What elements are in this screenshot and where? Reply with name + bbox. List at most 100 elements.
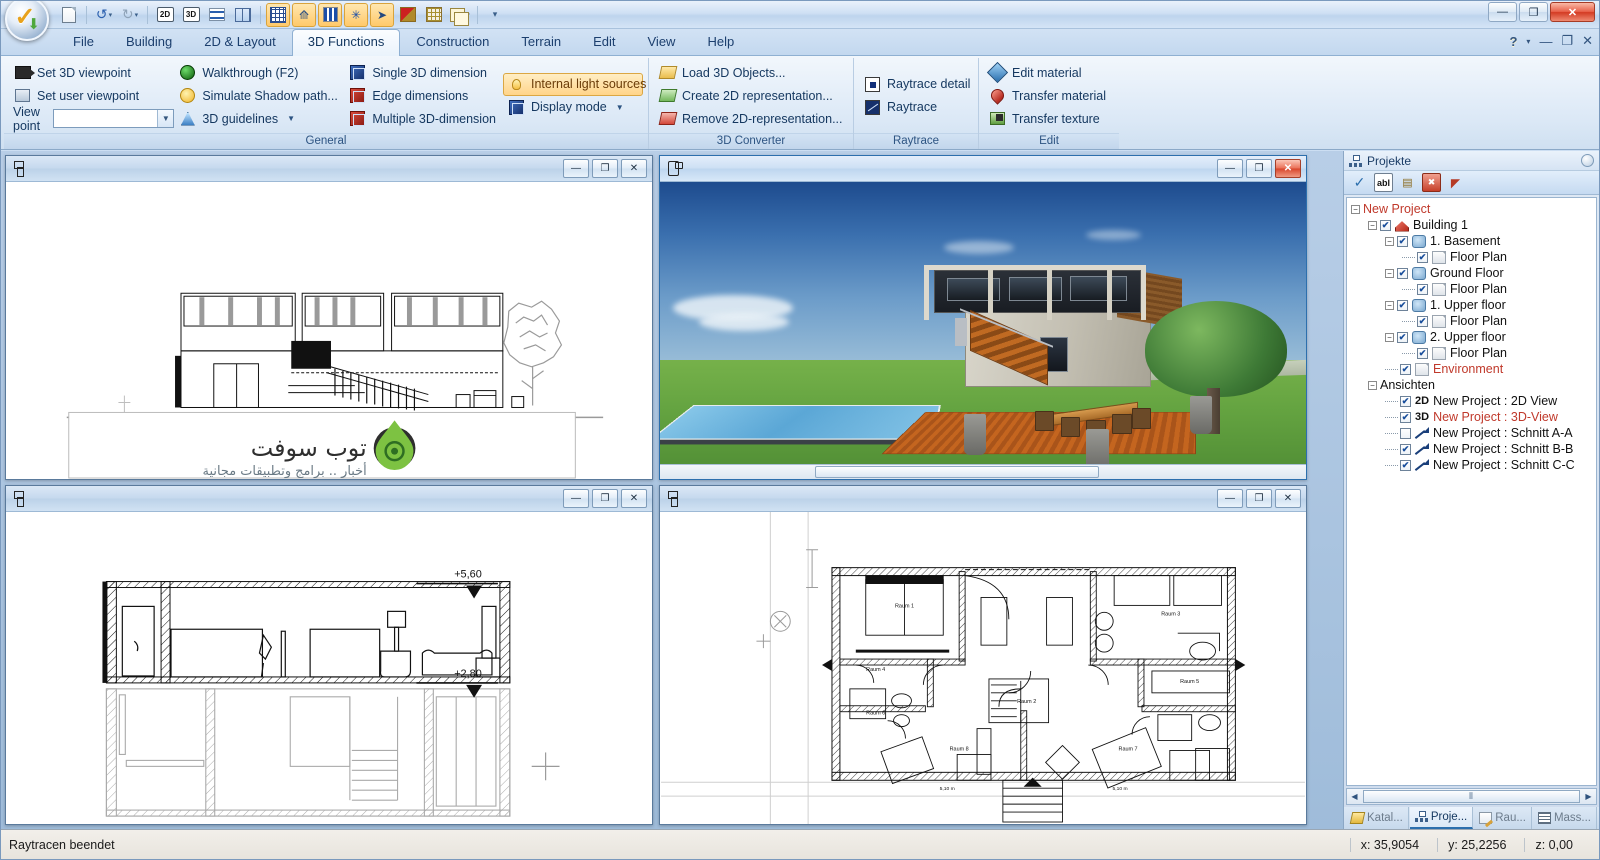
elevation-close-button[interactable]: ✕ [621,159,647,178]
render-scroll-thumb[interactable] [815,466,1100,478]
floorplan-close-button[interactable]: ✕ [1275,489,1301,508]
single-3d-dimension-button[interactable]: Single 3D dimension [344,61,503,84]
window-elevation[interactable]: — ❐ ✕ توب سوفت أخبار .. برامج وتطبيقات م… [5,155,653,480]
project-tree[interactable]: − New Project − ✔ Building 1− ✔ 1. Basement ✔ Fl… [1346,197,1597,786]
tree-expander-icon[interactable]: − [1385,236,1394,246]
window-floorplan[interactable]: — ❐ ✕ Raum 1 Raum 2 Raum 3 Raum 4 Raum 5… [659,485,1307,825]
tree-node[interactable]: − ✔ 2. Upper floor [1347,329,1596,345]
tree-expander-icon[interactable]: − [1385,332,1394,342]
internal-light-sources-button[interactable]: Internal light sources [503,72,646,96]
tree-node[interactable]: − New Project [1347,201,1596,217]
3d-guidelines-button[interactable]: 3D guidelines ▼ [174,107,344,130]
tree-node[interactable]: ✔ Floor Plan [1347,281,1596,297]
layers-button[interactable] [318,2,342,27]
set-3d-viewpoint-button[interactable]: Set 3D viewpoint [9,61,174,84]
section-title-bar[interactable]: — ❐ ✕ [6,486,652,512]
grid-button[interactable] [266,2,290,27]
window-close-button[interactable]: ✕ [1550,2,1595,22]
tree-node[interactable]: ✔ Environment [1347,361,1596,377]
tab-projects[interactable]: Proje... [1409,807,1474,829]
section-canvas[interactable]: +5,60 +2,80 [6,512,652,824]
floorplan-maximize-button[interactable]: ❐ [1246,489,1272,508]
select-point-button[interactable]: ⟰ [292,2,316,27]
tree-node[interactable]: − ✔ Ground Floor [1347,265,1596,281]
tree-node[interactable]: ✔ 3D New Project : 3D-View [1347,409,1596,425]
section-minimize-button[interactable]: — [563,489,589,508]
tree-expander-icon[interactable]: − [1368,220,1377,230]
elevation-canvas[interactable]: توب سوفت أخبار .. برامج وتطبيقات مجانية [6,182,652,479]
snap-button[interactable]: ✳ [344,2,368,27]
window-3d-view[interactable]: — ❐ ✕ [659,155,1307,480]
elevation-minimize-button[interactable]: — [563,159,589,178]
tree-checkbox[interactable]: ✔ [1417,315,1428,327]
doc-close-button[interactable]: ✕ [1582,33,1593,49]
tree-checkbox[interactable]: ✔ [1400,443,1411,455]
tree-checkbox[interactable]: ✔ [1397,267,1408,279]
doc-maximize-button[interactable]: ❐ [1561,33,1573,49]
transfer-texture-button[interactable]: Transfer texture [984,107,1113,130]
view-point-input[interactable] [54,111,158,126]
tree-expander-icon[interactable]: − [1385,268,1394,278]
truss-button[interactable] [422,3,446,27]
tree-checkbox[interactable]: ✔ [1417,347,1428,359]
raytrace-detail-button[interactable]: Raytrace detail [859,73,977,96]
simulate-shadow-path-button[interactable]: Simulate Shadow path... [174,84,344,107]
tree-checkbox[interactable]: ✔ [1400,411,1411,423]
render-title-bar[interactable]: — ❐ ✕ [660,156,1306,182]
new-view-icon[interactable]: ◤ [1446,173,1465,192]
render-close-button[interactable]: ✕ [1275,159,1301,178]
chevron-down-icon[interactable]: ▼ [157,110,174,127]
tab-2d-layout[interactable]: 2D & Layout [188,29,292,55]
tree-horizontal-scrollbar[interactable]: ◀ ⦀ ▶ [1346,788,1597,805]
tree-checkbox[interactable]: ✔ [1417,251,1428,263]
tab-file[interactable]: File [57,29,110,55]
scroll-left-arrow-icon[interactable]: ◀ [1347,792,1362,801]
elevation-title-bar[interactable]: — ❐ ✕ [6,156,652,182]
floorplan-minimize-button[interactable]: — [1217,489,1243,508]
window-maximize-button[interactable]: ❐ [1519,2,1548,22]
tree-node[interactable]: ✔ New Project : Schnitt B-B [1347,441,1596,457]
render-minimize-button[interactable]: — [1217,159,1243,178]
remove-2d-representation-button[interactable]: Remove 2D-representation... [654,107,850,130]
transfer-material-button[interactable]: Transfer material [984,84,1113,107]
walkthrough-button[interactable]: Walkthrough (F2) [174,61,344,84]
tab-view[interactable]: View [632,29,692,55]
tab-terrain[interactable]: Terrain [505,29,577,55]
tree-checkbox[interactable]: ✔ [1400,395,1411,407]
tree-node[interactable]: ✔ New Project : Schnitt C-C [1347,457,1596,473]
render-horizontal-scrollbar[interactable] [660,464,1306,479]
delete-icon[interactable]: ✖ [1422,173,1441,192]
tree-expander-icon[interactable]: − [1385,300,1394,310]
tree-checkbox[interactable] [1400,427,1411,439]
floorplan-title-bar[interactable]: — ❐ ✕ [660,486,1306,512]
tree-expander-icon[interactable]: − [1368,380,1377,390]
tree-node[interactable]: − Ansichten [1347,377,1596,393]
tree-checkbox[interactable]: ✔ [1400,459,1411,471]
edit-material-button[interactable]: Edit material [984,61,1113,84]
doc-minimize-button[interactable]: — [1539,34,1552,49]
tab-measure[interactable]: Mass... [1533,807,1597,829]
qat-overflow-button[interactable]: ▾ [483,3,507,27]
tab-3d-functions[interactable]: 3D Functions [291,29,401,56]
tree-node[interactable]: ✔ Floor Plan [1347,313,1596,329]
raytrace-button[interactable]: Raytrace [859,96,977,119]
3d-mode-button[interactable]: 3D [179,3,203,27]
display-mode-button[interactable]: Display mode ▼ [503,96,643,119]
apply-check-icon[interactable]: ✓ [1350,173,1369,192]
new-document-button[interactable] [57,3,81,27]
help-dropdown-icon[interactable]: ▾ [1526,37,1530,46]
floorplan-canvas[interactable]: Raum 1 Raum 2 Raum 3 Raum 4 Raum 5 Raum … [660,512,1306,824]
tab-edit[interactable]: Edit [577,29,631,55]
tree-expander-icon[interactable]: − [1351,204,1360,214]
panel-pin-icon[interactable] [1581,154,1594,167]
properties-icon[interactable]: ▤ [1398,173,1417,192]
window-section[interactable]: — ❐ ✕ +5,60 +2,80 [5,485,653,825]
tree-node[interactable]: − ✔ Building 1 [1347,217,1596,233]
multiple-3d-dimension-button[interactable]: Multiple 3D-dimension [344,107,503,130]
roof-button[interactable] [396,3,420,27]
section-maximize-button[interactable]: ❐ [592,489,618,508]
create-2d-representation-button[interactable]: Create 2D representation... [654,84,850,107]
scroll-right-arrow-icon[interactable]: ▶ [1581,792,1596,801]
split-view-button[interactable] [231,3,255,27]
window-minimize-button[interactable]: — [1488,2,1517,22]
